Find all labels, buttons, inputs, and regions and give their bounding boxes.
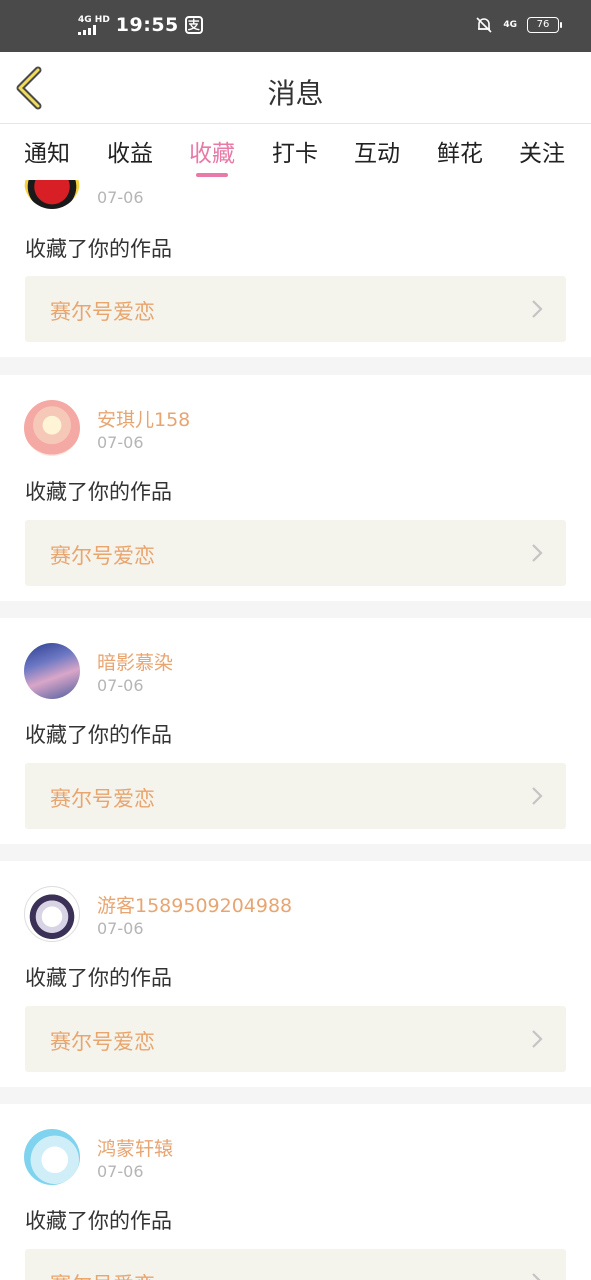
work-link[interactable]: 赛尔号爱恋 [25,1006,566,1072]
action-text: 收藏了你的作品 [25,480,172,504]
list-item: 游客1589509204988 07-06 收藏了你的作品 赛尔号爱恋 [0,861,591,1087]
status-bar: 4G HD 19:55 支 4G 76 [0,0,591,52]
status-right: 4G 76 [475,16,562,34]
signal-icon [78,24,110,35]
date: 07-06 [97,919,144,938]
avatar[interactable] [24,886,80,942]
bell-muted-icon [476,17,492,33]
work-link[interactable]: 赛尔号爱恋 [25,763,566,829]
work-link[interactable]: 赛尔号爱恋 [25,276,566,342]
chevron-right-icon [532,787,543,805]
list-item: 07-06 收藏了你的作品 赛尔号爱恋 [0,180,591,357]
work-link[interactable]: 赛尔号爱恋 [25,520,566,586]
work-title: 赛尔号爱恋 [50,1030,155,1054]
tab-flowers[interactable]: 鲜花 [437,134,483,168]
tab-checkin[interactable]: 打卡 [272,134,318,168]
tab-earnings[interactable]: 收益 [107,134,153,168]
avatar[interactable] [24,643,80,699]
work-title: 赛尔号爱恋 [50,1269,155,1280]
favorites-list[interactable]: 07-06 收藏了你的作品 赛尔号爱恋 安琪儿158 07-06 收藏了你的作品… [0,180,591,1280]
date: 07-06 [97,676,144,695]
work-title: 赛尔号爱恋 [50,300,155,324]
action-text: 收藏了你的作品 [25,237,172,261]
active-tab-indicator [196,173,228,177]
alipay-icon: 支 [184,16,203,34]
action-text: 收藏了你的作品 [25,723,172,747]
status-left: 4G HD 19:55 支 [78,14,203,36]
tab-interaction[interactable]: 互动 [354,134,400,168]
date: 07-06 [97,433,144,452]
chevron-right-icon [532,1030,543,1048]
tab-favorites[interactable]: 收藏 [189,134,235,168]
avatar[interactable] [24,400,80,456]
work-title: 赛尔号爱恋 [50,787,155,811]
clock: 19:55 [115,14,179,36]
date: 07-06 [97,1162,144,1181]
page-title: 消息 [267,77,324,110]
chevron-right-icon [532,544,543,562]
chevron-right-icon [532,1273,541,1280]
list-item: 安琪儿158 07-06 收藏了你的作品 赛尔号爱恋 [0,375,591,601]
battery-level: 76 [536,19,550,30]
username[interactable]: 安琪儿158 [97,405,190,432]
chevron-right-icon [532,300,543,318]
action-text: 收藏了你的作品 [25,966,172,990]
network-label: 4G HD [78,14,110,25]
tab-notice[interactable]: 通知 [24,134,70,168]
date: 07-06 [97,188,144,207]
header: 消息 [0,52,591,124]
username[interactable]: 游客1589509204988 [97,891,292,918]
network-indicator: 4G HD [78,14,110,35]
tab-follow[interactable]: 关注 [519,134,565,168]
battery-icon: 76 [527,17,562,33]
avatar[interactable] [24,1129,80,1185]
tab-bar: 通知 收益 收藏 打卡 互动 鲜花 关注 [0,124,591,180]
work-link[interactable]: 赛尔号爱恋 [25,1249,566,1280]
list-item: 暗影慕染 07-06 收藏了你的作品 赛尔号爱恋 [0,618,591,844]
work-title: 赛尔号爱恋 [50,544,155,568]
action-text: 收藏了你的作品 [25,1209,172,1233]
username[interactable]: 暗影慕染 [97,648,173,675]
list-item: 鸿蒙轩辕 07-06 收藏了你的作品 赛尔号爱恋 [0,1104,591,1280]
avatar[interactable] [24,180,80,209]
network-4g-label: 4G [503,19,517,30]
username[interactable]: 鸿蒙轩辕 [97,1134,173,1161]
